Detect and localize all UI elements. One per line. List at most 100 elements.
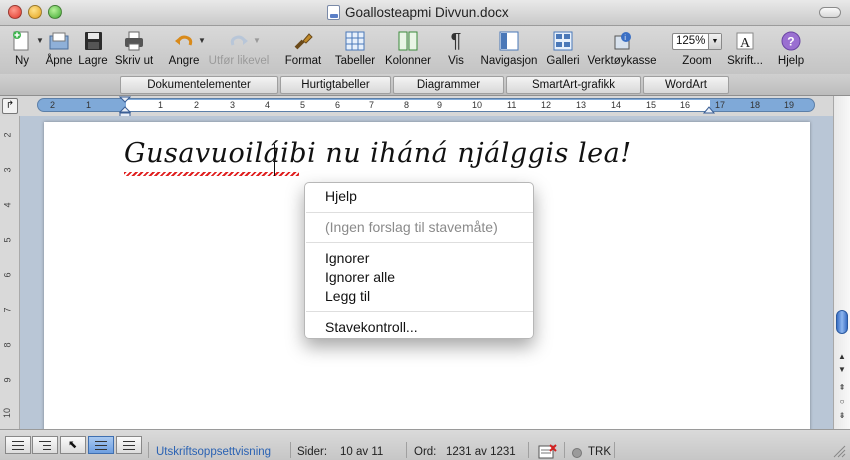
- scrollbar-thumb[interactable]: [836, 310, 848, 334]
- scroll-down-arrow-icon[interactable]: ▼: [836, 364, 848, 376]
- ruler-number: 4: [265, 100, 271, 110]
- notebook-layout-view-button[interactable]: [116, 436, 142, 454]
- status-divider: [614, 442, 615, 458]
- redo-dropdown-icon[interactable]: ▼: [253, 36, 261, 45]
- svg-text:A: A: [740, 36, 751, 51]
- tab-hurtigtabeller[interactable]: Hurtigtabeller: [280, 76, 391, 94]
- tab-diagrammer[interactable]: Diagrammer: [393, 76, 504, 94]
- vertical-ruler-number: 6: [2, 272, 13, 278]
- tab-wordart[interactable]: WordArt: [643, 76, 729, 94]
- ruler-number: 12: [541, 100, 552, 110]
- tables-label: Tabeller: [334, 55, 376, 67]
- status-bar: ⬉ Utskriftsoppsettvisning Sider: 10 av 1…: [0, 429, 850, 460]
- format-button[interactable]: Format: [283, 28, 323, 72]
- ruler-number: 1: [158, 100, 164, 110]
- menu-separator: [306, 212, 533, 213]
- next-page-icon[interactable]: ⇟: [836, 410, 848, 422]
- columns-button[interactable]: Kolonner: [383, 28, 433, 72]
- navigation-button[interactable]: Navigasjon: [478, 28, 540, 72]
- open-button[interactable]: Åpne: [43, 28, 75, 72]
- spelling-status-icon[interactable]: [538, 444, 558, 460]
- toolbar-toggle-button[interactable]: [819, 7, 841, 18]
- gallery-button[interactable]: Galleri: [544, 28, 582, 72]
- ruler-number: 7: [369, 100, 375, 110]
- print-button[interactable]: Skriv ut: [112, 28, 156, 72]
- menu-item-no-suggestions: (Ingen forslag til stavemåte): [325, 219, 498, 235]
- window-titlebar: Goallosteapmi Divvun.docx: [0, 0, 850, 26]
- navigation-pane-icon: [478, 28, 540, 54]
- ruler-number: 13: [576, 100, 587, 110]
- menu-item-help[interactable]: Hjelp: [325, 188, 357, 204]
- right-indent-marker-icon[interactable]: [703, 104, 715, 114]
- toolbox-icon: i: [586, 28, 658, 54]
- font-button[interactable]: A Skrift...: [724, 28, 766, 72]
- cursor-arrow-icon: ⬉: [68, 439, 78, 451]
- window-title: Goallosteapmi Divvun.docx: [345, 5, 509, 20]
- trk-label[interactable]: TRK: [588, 446, 611, 458]
- ruler-number: 17: [715, 100, 726, 110]
- toolbox-button[interactable]: i Verktøykasse: [586, 28, 658, 72]
- columns-label: Kolonner: [384, 55, 432, 67]
- font-label: Skrift...: [727, 55, 763, 67]
- standard-toolbar: Ny ▼ Åpne Lagre Skriv ut Angre ▼ Utfør l…: [0, 26, 850, 74]
- show-button[interactable]: ¶ Vis: [442, 28, 470, 72]
- minimize-window-button[interactable]: [28, 5, 42, 19]
- help-button[interactable]: ? Hjelp: [775, 28, 807, 72]
- print-layout-view-button[interactable]: [88, 436, 114, 454]
- pages-value: 10 av 11: [340, 446, 384, 458]
- tab-smartart-grafikk[interactable]: SmartArt-grafikk: [506, 76, 641, 94]
- ruler-number: 3: [230, 100, 236, 110]
- new-button[interactable]: Ny ▼: [4, 28, 44, 72]
- horizontal-ruler[interactable]: 2 1 1 2 3 4 5 6 7 8 9 10 11 12 13 14 15 …: [37, 98, 815, 112]
- resize-grip-icon[interactable]: [832, 444, 846, 458]
- new-label: Ny: [14, 55, 30, 67]
- tab-dokumentelementer[interactable]: Dokumentelementer: [120, 76, 278, 94]
- vertical-ruler[interactable]: 2 3 4 5 6 7 8 9 10: [0, 116, 20, 429]
- zoom-control[interactable]: 125% ▼ Zoom: [670, 28, 724, 72]
- menu-item-add[interactable]: Legg til: [325, 288, 370, 304]
- redo-button[interactable]: Utfør likevel ▼: [205, 28, 273, 72]
- svg-text:?: ?: [787, 35, 794, 49]
- outline-view-button[interactable]: [32, 436, 58, 454]
- save-disk-icon: [77, 28, 109, 54]
- ruler-number: 8: [404, 100, 410, 110]
- draft-view-button[interactable]: [5, 436, 31, 454]
- previous-page-icon[interactable]: ⇞: [836, 382, 848, 394]
- browse-object-icon[interactable]: ○: [836, 396, 848, 408]
- ruler-number: 6: [335, 100, 341, 110]
- menu-item-ignore-all[interactable]: Ignorer alle: [325, 269, 395, 285]
- tab-stop-selector-icon[interactable]: ↱: [2, 98, 18, 114]
- ruler-number: 11: [507, 100, 517, 110]
- chevron-down-icon[interactable]: ▼: [708, 34, 721, 49]
- vertical-scrollbar[interactable]: ▲ ▼ ⇞ ○ ⇟: [833, 96, 850, 429]
- menu-item-ignore[interactable]: Ignorer: [325, 250, 369, 266]
- publishing-layout-view-button[interactable]: ⬉: [60, 436, 86, 454]
- save-button[interactable]: Lagre: [77, 28, 109, 72]
- vertical-ruler-number: 10: [2, 407, 13, 419]
- undo-button[interactable]: Angre ▼: [164, 28, 206, 72]
- view-name: Utskriftsoppsettvisning: [156, 446, 272, 458]
- close-window-button[interactable]: [8, 5, 22, 19]
- ruler-number: 14: [611, 100, 622, 110]
- ruler-number: 2: [194, 100, 200, 110]
- tables-button[interactable]: Tabeller: [332, 28, 378, 72]
- scroll-up-arrow-icon[interactable]: ▲: [836, 351, 848, 363]
- font-icon: A: [724, 28, 766, 54]
- zoom-window-button[interactable]: [48, 5, 62, 19]
- document-proxy-icon[interactable]: [327, 5, 340, 20]
- left-indent-marker-icon[interactable]: [119, 96, 131, 118]
- menu-separator: [306, 311, 533, 312]
- open-folder-icon: [43, 28, 75, 54]
- ruler-number: 15: [646, 100, 657, 110]
- ruler-number: 19: [784, 100, 795, 110]
- help-icon: ?: [775, 28, 807, 54]
- track-changes-indicator-icon[interactable]: [572, 448, 582, 458]
- help-label: Hjelp: [777, 55, 805, 67]
- print-label: Skriv ut: [114, 55, 154, 67]
- document-text[interactable]: Gusavuoiláibi nu iháná njálggis lea!: [124, 138, 632, 169]
- undo-label: Angre: [168, 55, 200, 67]
- open-label: Åpne: [45, 55, 73, 67]
- vertical-ruler-number: 7: [2, 307, 13, 313]
- menu-item-spelling[interactable]: Stavekontroll...: [325, 319, 418, 335]
- columns-icon: [383, 28, 433, 54]
